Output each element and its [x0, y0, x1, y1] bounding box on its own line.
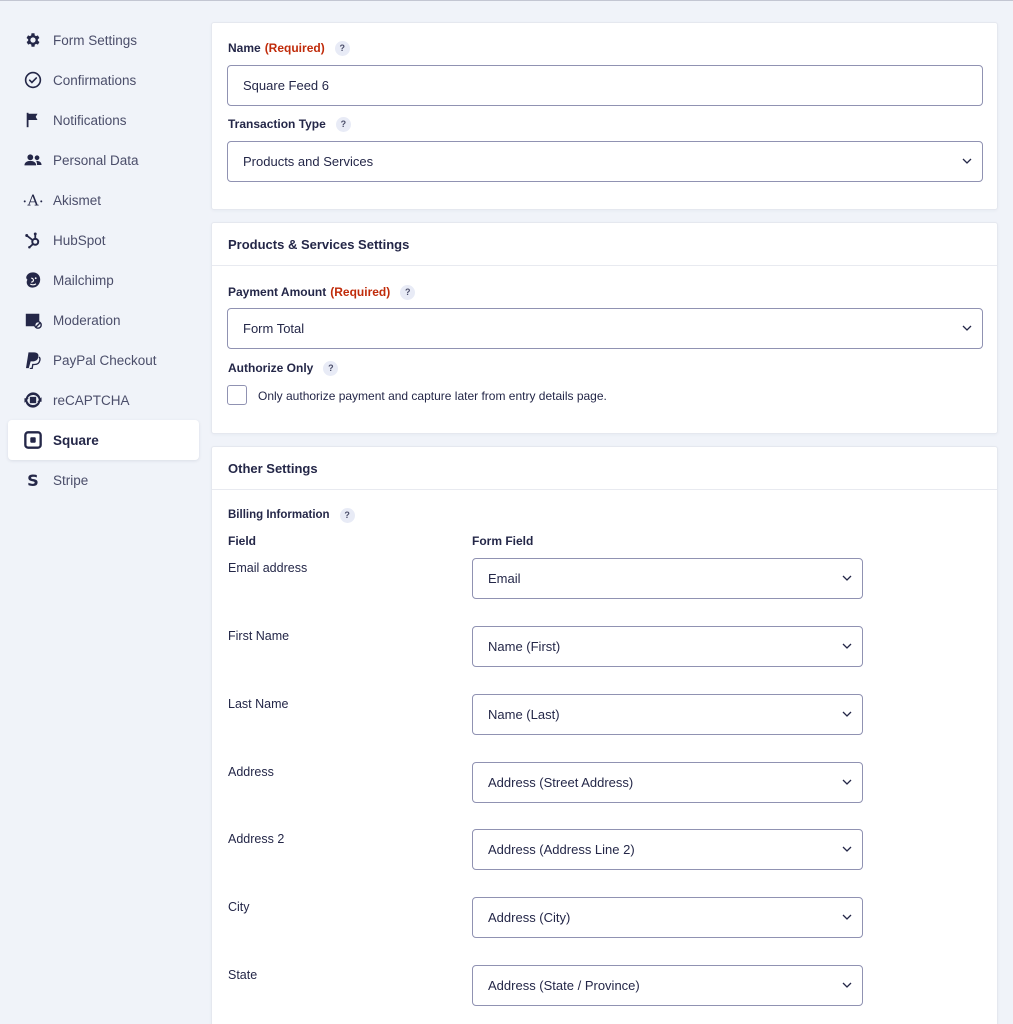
sidebar-item-confirmations[interactable]: Confirmations	[8, 60, 199, 100]
chevron-down-icon	[842, 575, 852, 581]
help-icon[interactable]: ?	[334, 40, 350, 56]
chevron-down-icon	[962, 325, 972, 331]
field-label-state: State	[228, 968, 258, 982]
users-icon	[23, 150, 43, 170]
payment-amount-label: Payment Amount (Required) ?	[228, 284, 416, 300]
form-field-select-address[interactable]: Address (Street Address)	[472, 762, 863, 803]
sidebar-item-label: Personal Data	[53, 152, 139, 168]
products-services-panel: Products & Services Settings Payment Amo…	[211, 222, 998, 434]
column-header-field: Field	[228, 534, 257, 548]
form-field-value: Name (Last)	[488, 707, 560, 722]
form-field-value: Address (Address Line 2)	[488, 842, 635, 857]
svg-text:S: S	[27, 471, 39, 489]
settings-sidebar: Form Settings Confirmations Notification…	[8, 20, 199, 500]
panel-title: Products & Services Settings	[212, 223, 997, 266]
transaction-type-label: Transaction Type ?	[228, 116, 351, 132]
form-field-select-email[interactable]: Email	[472, 558, 863, 599]
form-field-select-state[interactable]: Address (State / Province)	[472, 965, 863, 1006]
form-field-value: Email	[488, 571, 521, 586]
chevron-down-icon	[842, 779, 852, 785]
moderation-icon	[23, 310, 43, 330]
field-label-email: Email address	[228, 561, 308, 575]
field-label-first-name: First Name	[228, 629, 290, 643]
sidebar-item-notifications[interactable]: Notifications	[8, 100, 199, 140]
sidebar-item-form-settings[interactable]: Form Settings	[8, 20, 199, 60]
name-label: Name (Required) ?	[228, 40, 350, 56]
other-settings-panel: Other Settings Billing Information ? Fie…	[211, 446, 998, 1024]
transaction-type-value: Products and Services	[243, 154, 374, 169]
svg-text:A: A	[26, 191, 39, 209]
column-header-form-field: Form Field	[472, 534, 534, 548]
field-label-address: Address	[228, 765, 274, 779]
chevron-down-icon	[842, 846, 852, 852]
paypal-icon	[23, 350, 43, 370]
akismet-icon: A	[23, 190, 43, 210]
chevron-down-icon	[842, 982, 852, 988]
top-divider	[0, 0, 1013, 1]
payment-amount-select[interactable]: Form Total	[227, 308, 983, 349]
sidebar-item-label: Moderation	[53, 312, 121, 328]
stripe-icon: S	[23, 470, 43, 490]
sidebar-item-label: Square	[53, 432, 99, 448]
form-field-select-last-name[interactable]: Name (Last)	[472, 694, 863, 735]
sidebar-item-label: Akismet	[53, 192, 102, 208]
chevron-down-icon	[962, 158, 972, 164]
required-indicator: (Required)	[264, 41, 325, 55]
sidebar-item-label: Notifications	[53, 112, 127, 128]
field-label-last-name: Last Name	[228, 697, 289, 711]
sidebar-item-moderation[interactable]: Moderation	[8, 300, 199, 340]
sidebar-item-label: PayPal Checkout	[53, 352, 157, 368]
gear-icon	[23, 30, 43, 50]
sidebar-item-personal-data[interactable]: Personal Data	[8, 140, 199, 180]
panel-title: Other Settings	[212, 447, 997, 490]
form-field-value: Address (State / Province)	[488, 978, 640, 993]
square-icon	[23, 430, 43, 450]
check-circle-icon	[23, 70, 43, 90]
help-icon[interactable]: ?	[339, 507, 355, 523]
sidebar-item-label: Confirmations	[53, 72, 137, 88]
chevron-down-icon	[842, 914, 852, 920]
form-field-select-first-name[interactable]: Name (First)	[472, 626, 863, 667]
required-indicator: (Required)	[330, 285, 391, 299]
help-icon[interactable]: ?	[323, 360, 339, 376]
sidebar-item-mailchimp[interactable]: Mailchimp	[8, 260, 199, 300]
form-field-select-address-2[interactable]: Address (Address Line 2)	[472, 829, 863, 870]
chevron-down-icon	[842, 711, 852, 717]
mailchimp-icon	[23, 270, 43, 290]
sidebar-item-stripe[interactable]: S Stripe	[8, 460, 199, 500]
feed-settings-panel: Name (Required) ? Square Feed 6 Transact…	[211, 22, 998, 210]
authorize-only-checkbox[interactable]	[227, 385, 247, 405]
sidebar-item-square[interactable]: Square	[8, 420, 199, 460]
authorize-only-description: Only authorize payment and capture later…	[258, 389, 607, 403]
hubspot-icon	[23, 230, 43, 250]
sidebar-item-recaptcha[interactable]: reCAPTCHA	[8, 380, 199, 420]
billing-information-label: Billing Information ?	[228, 507, 355, 523]
authorize-only-label: Authorize Only ?	[228, 360, 339, 376]
transaction-type-select[interactable]: Products and Services	[227, 141, 983, 182]
field-label-address-2: Address 2	[228, 832, 285, 846]
sidebar-item-label: reCAPTCHA	[53, 392, 130, 408]
form-field-value: Address (Street Address)	[488, 775, 634, 790]
sidebar-item-paypal-checkout[interactable]: PayPal Checkout	[8, 340, 199, 380]
sidebar-item-label: Form Settings	[53, 32, 138, 48]
sidebar-item-akismet[interactable]: A Akismet	[8, 180, 199, 220]
form-field-value: Address (City)	[488, 910, 571, 925]
sidebar-item-label: Mailchimp	[53, 272, 114, 288]
flag-icon	[23, 110, 43, 130]
help-icon[interactable]: ?	[400, 284, 416, 300]
form-field-select-city[interactable]: Address (City)	[472, 897, 863, 938]
form-field-value: Name (First)	[488, 639, 561, 654]
field-label-city: City	[228, 900, 250, 914]
sidebar-item-hubspot[interactable]: HubSpot	[8, 220, 199, 260]
name-input[interactable]: Square Feed 6	[227, 65, 983, 106]
recaptcha-icon	[23, 390, 43, 410]
chevron-down-icon	[842, 643, 852, 649]
sidebar-item-label: HubSpot	[53, 232, 106, 248]
payment-amount-value: Form Total	[243, 321, 305, 336]
name-input-value: Square Feed 6	[243, 78, 330, 93]
help-icon[interactable]: ?	[335, 116, 351, 132]
sidebar-item-label: Stripe	[53, 472, 89, 488]
